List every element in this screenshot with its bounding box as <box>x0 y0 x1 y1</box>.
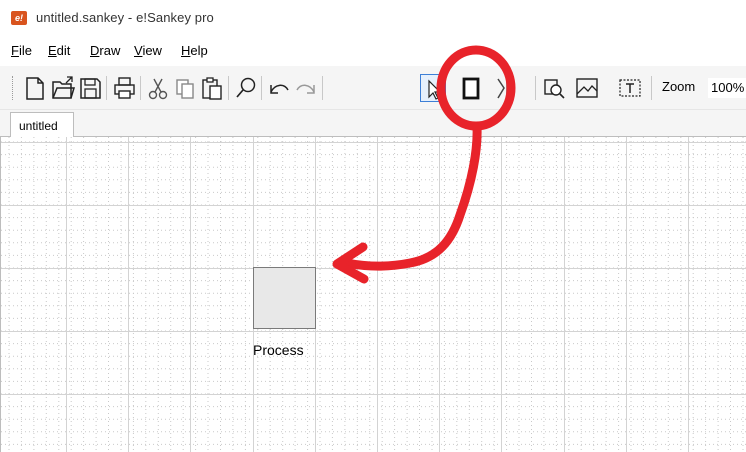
print-button[interactable] <box>111 74 137 102</box>
insert-image-button[interactable] <box>574 74 600 102</box>
zoom-region-icon <box>544 79 565 99</box>
undo-icon <box>270 84 289 94</box>
search-icon <box>236 77 256 98</box>
image-icon <box>576 78 598 98</box>
open-folder-icon <box>52 76 76 99</box>
drawing-canvas[interactable]: Process <box>0 137 746 452</box>
menu-draw[interactable]: Draw <box>90 43 120 58</box>
menu-bar: File Edit Draw View Help <box>0 40 746 64</box>
menu-view[interactable]: View <box>134 43 162 58</box>
cut-icon <box>148 78 168 100</box>
toolbar-separator <box>322 76 323 100</box>
entry-exit-tool-button[interactable] <box>492 74 518 102</box>
toolbar-separator <box>535 76 536 100</box>
new-file-icon <box>26 77 44 100</box>
toolbar-grip[interactable] <box>12 76 14 100</box>
copy-icon <box>176 79 194 99</box>
toolbar-separator <box>228 76 229 100</box>
toolbar-separator <box>261 76 262 100</box>
save-icon <box>80 78 101 99</box>
undo-button[interactable] <box>266 74 292 102</box>
document-tab-strip: untitled <box>0 110 746 138</box>
major-grid-lines <box>1 137 746 452</box>
window-title: untitled.sankey - e!Sankey pro <box>36 10 214 25</box>
paste-icon <box>202 77 222 100</box>
app-logo-icon: e! <box>11 11 27 25</box>
canvas-grid <box>1 137 746 452</box>
redo-button[interactable] <box>293 74 319 102</box>
cut-button[interactable] <box>145 74 171 102</box>
entry-exit-icon <box>497 78 514 99</box>
process-tool-button[interactable] <box>458 74 484 102</box>
menu-file[interactable]: File <box>11 43 32 58</box>
toolbar-separator <box>140 76 141 100</box>
zoom-field[interactable]: 100% <box>708 78 746 98</box>
copy-button[interactable] <box>172 74 198 102</box>
zoom-label: Zoom <box>662 79 696 94</box>
process-label: Process <box>253 342 304 358</box>
select-arrow-icon <box>428 79 442 100</box>
open-button[interactable] <box>50 74 76 102</box>
new-file-button[interactable] <box>22 74 48 102</box>
menu-help[interactable]: Help <box>181 43 208 58</box>
title-bar: e! untitled.sankey - e!Sankey pro <box>0 0 746 36</box>
toolbar: Zoom 100% <box>0 66 746 110</box>
tab-label: untitled <box>19 119 58 133</box>
toolbar-separator <box>106 76 107 100</box>
text-box-icon <box>619 79 641 97</box>
process-node-icon <box>462 77 480 100</box>
tab-untitled[interactable]: untitled <box>10 112 74 138</box>
find-button[interactable] <box>233 74 259 102</box>
process-node[interactable] <box>253 267 316 329</box>
menu-edit[interactable]: Edit <box>48 43 70 58</box>
save-button[interactable] <box>77 74 103 102</box>
paste-button[interactable] <box>199 74 225 102</box>
print-icon <box>114 77 135 99</box>
zoom-region-button[interactable] <box>541 74 567 102</box>
toolbar-separator <box>651 76 652 100</box>
insert-text-button[interactable] <box>617 74 643 102</box>
select-tool-button[interactable] <box>420 74 446 102</box>
redo-icon <box>296 84 315 94</box>
minor-grid-lines <box>1 137 746 452</box>
